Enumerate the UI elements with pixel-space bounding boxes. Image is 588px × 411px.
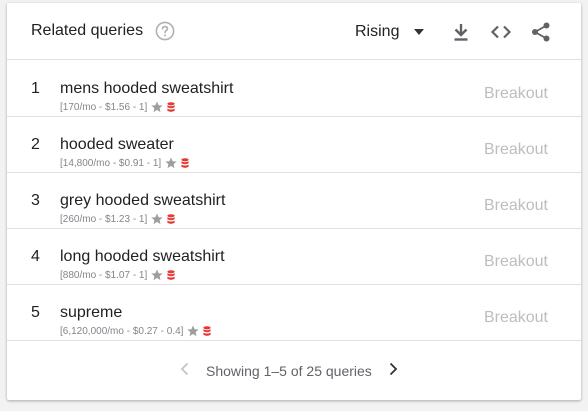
breakout-value: Breakout	[483, 309, 548, 326]
database-icon[interactable]	[181, 157, 189, 169]
breakout-value: Breakout	[483, 253, 548, 270]
row-rank: 2	[31, 136, 40, 153]
query-metrics: [14,800/mo - $0.91 - 1]	[60, 157, 162, 169]
chevron-right-icon[interactable]	[385, 361, 401, 377]
star-icon[interactable]	[151, 213, 163, 225]
database-icon[interactable]	[167, 101, 175, 113]
query-metrics: [6,120,000/mo - $0.27 - 0.4]	[60, 325, 184, 337]
breakout-value: Breakout	[483, 197, 548, 214]
rising-dropdown[interactable]: Rising	[355, 19, 425, 45]
query-row[interactable]: 1 mens hooded sweatshirt [170/mo - $1.56…	[7, 61, 581, 117]
query-text[interactable]: mens hooded sweatshirt	[60, 80, 233, 98]
database-icon[interactable]	[167, 213, 175, 225]
query-meta: [260/mo - $1.23 - 1]	[60, 213, 175, 225]
share-icon	[532, 22, 550, 42]
pagination: Showing 1–5 of 25 queries	[7, 348, 581, 394]
database-icon[interactable]	[167, 269, 175, 281]
query-meta: [6,120,000/mo - $0.27 - 0.4]	[60, 325, 212, 337]
card-title: Related queries	[31, 22, 144, 39]
dropdown-selected-value: Rising	[355, 23, 400, 40]
star-icon[interactable]	[165, 157, 177, 169]
share-button[interactable]	[530, 21, 552, 43]
caret-down-icon	[414, 29, 425, 35]
help-circle-icon[interactable]	[155, 21, 175, 41]
chevron-left-icon[interactable]	[177, 361, 193, 377]
pagination-status: Showing 1–5 of 25 queries	[206, 363, 372, 379]
query-text[interactable]: supreme	[60, 304, 122, 322]
breakout-value: Breakout	[483, 141, 548, 158]
row-rank: 4	[31, 248, 40, 265]
card-header: Related queries Rising	[7, 3, 581, 60]
row-rank: 3	[31, 192, 40, 209]
query-row[interactable]: 3 grey hooded sweatshirt [260/mo - $1.23…	[7, 173, 581, 229]
breakout-value: Breakout	[483, 85, 548, 102]
star-icon[interactable]	[151, 269, 163, 281]
row-rank: 1	[31, 80, 40, 97]
download-button[interactable]	[450, 21, 472, 43]
query-metrics: [170/mo - $1.56 - 1]	[60, 101, 148, 113]
query-meta: [880/mo - $1.07 - 1]	[60, 269, 175, 281]
star-icon[interactable]	[151, 101, 163, 113]
related-queries-card: Related queries Rising 1 mens hooded swe…	[7, 3, 581, 400]
star-icon[interactable]	[187, 325, 200, 337]
query-metrics: [880/mo - $1.07 - 1]	[60, 269, 148, 281]
query-text[interactable]: hooded sweater	[60, 136, 174, 154]
row-rank: 5	[31, 304, 40, 321]
query-metrics: [260/mo - $1.23 - 1]	[60, 213, 148, 225]
query-row[interactable]: 4 long hooded sweatshirt [880/mo - $1.07…	[7, 229, 581, 285]
embed-code-icon	[490, 25, 512, 39]
query-meta: [170/mo - $1.56 - 1]	[60, 101, 175, 113]
query-row[interactable]: 2 hooded sweater [14,800/mo - $0.91 - 1]…	[7, 117, 581, 173]
query-row[interactable]: 5 supreme [6,120,000/mo - $0.27 - 0.4] B…	[7, 285, 581, 341]
query-text[interactable]: grey hooded sweatshirt	[60, 192, 225, 210]
query-meta: [14,800/mo - $0.91 - 1]	[60, 157, 189, 169]
download-icon	[454, 24, 468, 41]
query-list: 1 mens hooded sweatshirt [170/mo - $1.56…	[7, 61, 581, 341]
database-icon[interactable]	[203, 325, 212, 337]
embed-button[interactable]	[490, 21, 512, 43]
query-text[interactable]: long hooded sweatshirt	[60, 248, 225, 266]
